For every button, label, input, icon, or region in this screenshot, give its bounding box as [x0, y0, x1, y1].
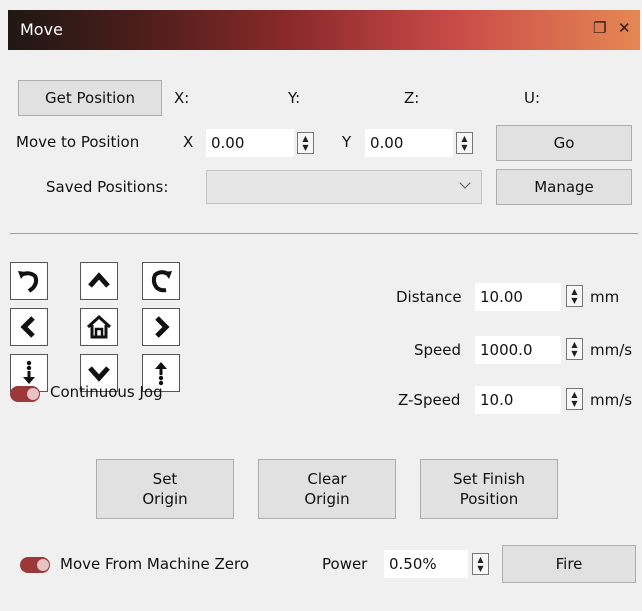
set-finish-label-line2: Position — [459, 490, 519, 508]
set-finish-position-button[interactable]: Set Finish Position — [420, 459, 558, 519]
x-position-label: X: — [174, 89, 190, 107]
move-y-input[interactable]: 0.00 — [365, 129, 453, 157]
power-label: Power — [322, 555, 368, 573]
power-input[interactable]: 0.50% — [384, 550, 468, 578]
get-position-button[interactable]: Get Position — [18, 80, 162, 116]
clear-origin-label-line2: Origin — [304, 490, 350, 508]
jog-button-left[interactable] — [10, 308, 48, 346]
speed-spinner[interactable]: ▲ ▼ — [566, 338, 583, 360]
rotate-ccw-icon — [18, 271, 39, 293]
distance-input[interactable]: 10.00 — [475, 283, 561, 311]
window-title: Move — [20, 20, 63, 39]
speed-unit: mm/s — [590, 341, 633, 359]
go-button[interactable]: Go — [496, 125, 632, 161]
saved-positions-label: Saved Positions: — [46, 178, 169, 196]
move-to-position-label: Move to Position — [16, 133, 140, 151]
speed-input[interactable]: 1000.0 — [475, 336, 561, 364]
saved-positions-dropdown[interactable] — [206, 170, 482, 204]
set-origin-label-line2: Origin — [142, 490, 188, 508]
set-origin-button[interactable]: Set Origin — [96, 459, 234, 519]
distance-unit: mm — [590, 288, 620, 306]
arrow-left-icon — [20, 316, 35, 338]
jog-button-rotate-cw[interactable] — [142, 262, 180, 300]
move-y-spinner[interactable]: ▲ ▼ — [456, 132, 473, 154]
divider — [10, 233, 638, 234]
move-panel: Move ❐ ✕ Get Position X: Y: Z: U: Move t… — [0, 0, 642, 611]
restore-icon[interactable]: ❐ — [593, 19, 606, 37]
z-speed-unit: mm/s — [590, 391, 633, 409]
move-from-machine-zero-toggle[interactable] — [20, 557, 50, 573]
z-speed-label: Z-Speed — [398, 391, 461, 409]
move-x-label: X — [183, 133, 194, 151]
z-down-icon — [23, 360, 35, 384]
clear-origin-label-line1: Clear — [307, 470, 347, 488]
title-bar[interactable]: Move ❐ ✕ — [8, 10, 640, 50]
set-origin-label-line1: Set — [152, 470, 178, 488]
jog-button-home[interactable] — [80, 308, 118, 346]
move-x-input[interactable]: 0.00 — [206, 129, 294, 157]
distance-label: Distance — [396, 288, 462, 306]
jog-button-right[interactable] — [142, 308, 180, 346]
home-icon — [86, 314, 112, 339]
continuous-jog-toggle[interactable] — [10, 386, 40, 402]
speed-label: Speed — [414, 341, 462, 359]
u-position-label: U: — [524, 89, 541, 107]
power-spinner[interactable]: ▲ ▼ — [472, 553, 489, 575]
set-finish-label-line1: Set Finish — [452, 470, 526, 488]
distance-spinner[interactable]: ▲ ▼ — [566, 285, 583, 307]
move-y-label: Y — [342, 133, 352, 151]
z-speed-spinner[interactable]: ▲ ▼ — [566, 388, 583, 410]
clear-origin-button[interactable]: Clear Origin — [258, 459, 396, 519]
manage-button[interactable]: Manage — [496, 169, 632, 205]
y-position-label: Y: — [288, 89, 301, 107]
move-from-machine-zero-label: Move From Machine Zero — [60, 555, 250, 573]
arrow-up-icon — [88, 272, 110, 288]
fire-button[interactable]: Fire — [502, 545, 636, 583]
arrow-right-icon — [155, 316, 170, 338]
z-speed-input[interactable]: 10.0 — [475, 386, 561, 414]
z-position-label: Z: — [404, 89, 420, 107]
move-x-spinner[interactable]: ▲ ▼ — [297, 132, 314, 154]
jog-button-up[interactable] — [80, 262, 118, 300]
continuous-jog-label: Continuous Jog — [50, 383, 163, 401]
rotate-cw-icon — [151, 270, 172, 293]
close-icon[interactable]: ✕ — [618, 19, 631, 37]
chevron-down-icon — [459, 177, 471, 189]
jog-button-rotate-ccw[interactable] — [10, 262, 48, 300]
